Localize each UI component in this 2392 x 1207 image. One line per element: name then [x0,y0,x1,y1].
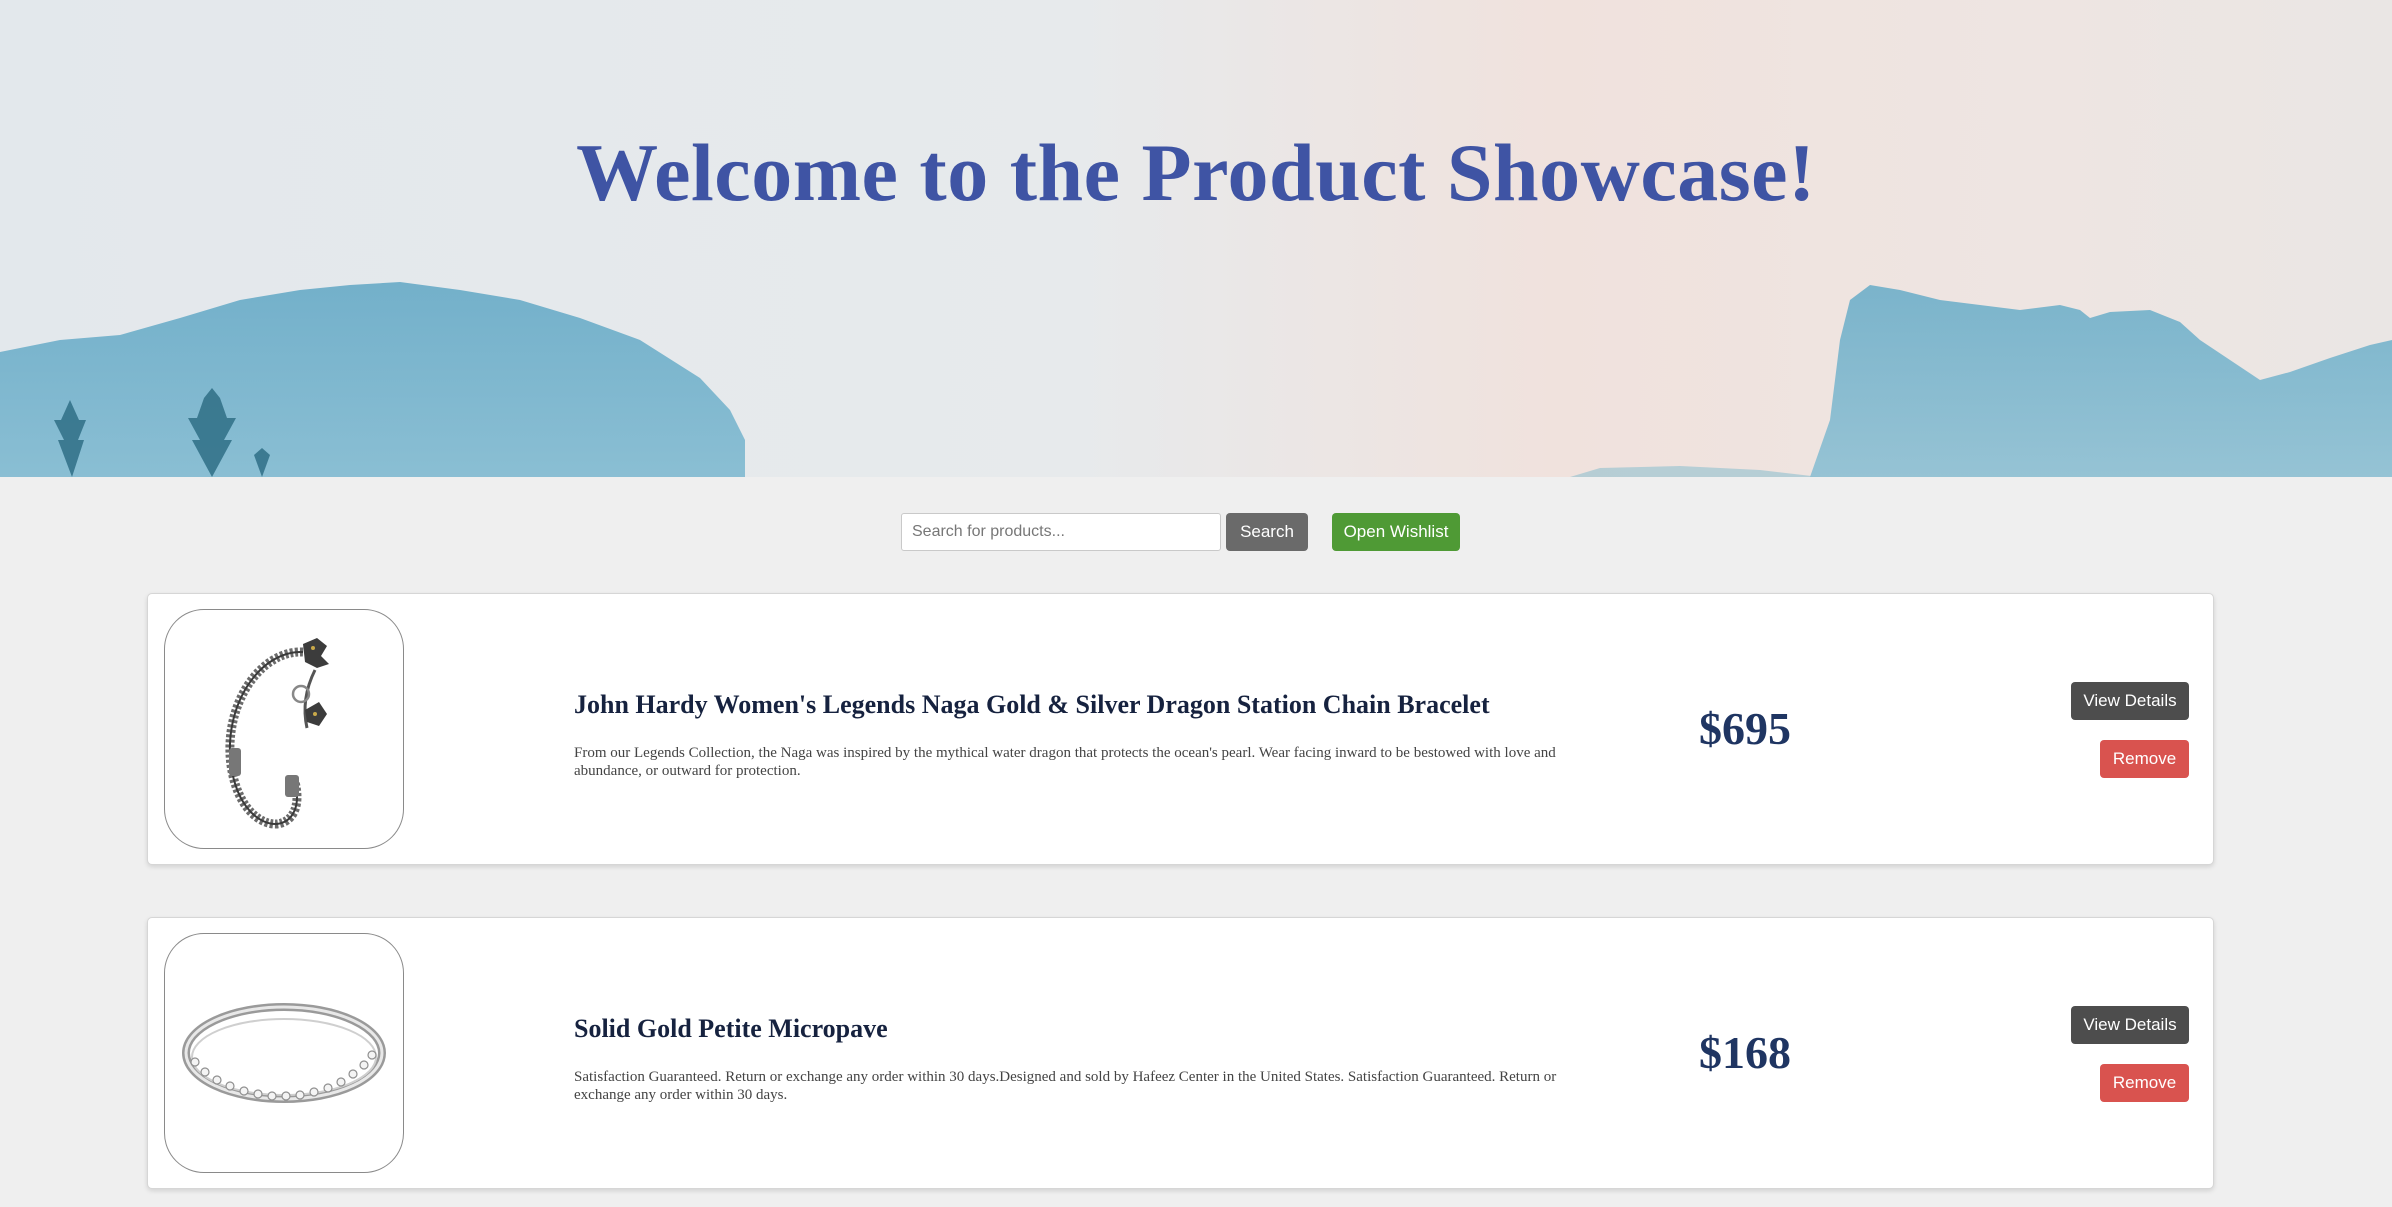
search-toolbar: Search Open Wishlist [0,513,2392,553]
open-wishlist-button[interactable]: Open Wishlist [1332,513,1460,551]
product-title: John Hardy Women's Legends Naga Gold & S… [574,690,1490,719]
product-description: From our Legends Collection, the Naga wa… [574,745,1556,779]
remove-button[interactable]: Remove [2100,1064,2189,1102]
page-title: Welcome to the Product Showcase! [576,127,1816,218]
product-price: $695 [1699,703,1791,754]
view-details-button[interactable]: View Details [2071,682,2189,720]
product-title: Solid Gold Petite Micropave [574,1014,888,1043]
mountain-landscape-image [0,282,2392,477]
product-card: John Hardy Women's Legends Naga Gold & S… [147,593,2214,865]
product-description: Satisfaction Guaranteed. Return or excha… [574,1069,1557,1103]
search-button[interactable]: Search [1226,513,1308,551]
product-image-ring[interactable] [164,933,404,1173]
search-input[interactable] [901,513,1221,551]
product-image-bracelet[interactable] [164,609,404,849]
remove-button[interactable]: Remove [2100,740,2189,778]
product-price: $168 [1699,1027,1791,1078]
product-card: Solid Gold Petite Micropave Satisfaction… [147,917,2214,1189]
hero-banner: Welcome to the Product Showcase! [0,0,2392,477]
view-details-button[interactable]: View Details [2071,1006,2189,1044]
